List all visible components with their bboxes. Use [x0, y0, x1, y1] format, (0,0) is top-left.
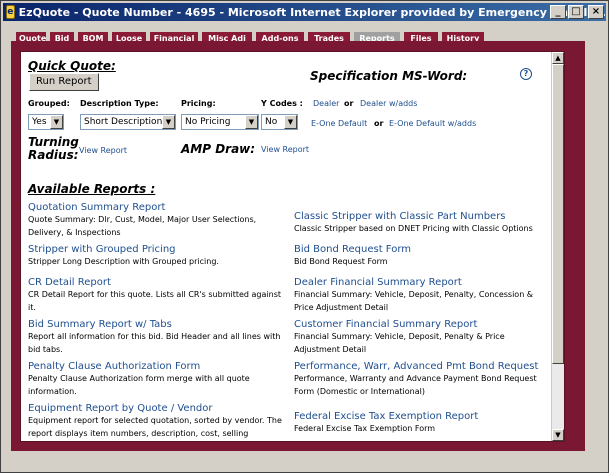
report-link[interactable]: Penalty Clause Authorization Form — [28, 361, 284, 372]
chevron-down-icon: ▼ — [162, 115, 175, 129]
or-text-1: or — [344, 99, 354, 108]
maximize-button[interactable]: □ — [568, 5, 584, 19]
grouped-select[interactable]: Yes ▼ — [28, 114, 64, 130]
reports-panel: Quick Quote: Run Report Specification MS… — [20, 51, 565, 442]
turning-radius-label: Turning Radius: — [28, 136, 79, 162]
run-report-button[interactable]: Run Report — [29, 73, 99, 91]
pricing-select[interactable]: No Pricing ▼ — [181, 114, 259, 130]
reports-content: Quick Quote: Run Report Specification MS… — [21, 52, 551, 441]
available-reports-heading: Available Reports : — [28, 182, 156, 196]
report-item: Federal Excise Tax Exemption Report Fede… — [294, 411, 550, 435]
close-button[interactable]: × — [588, 5, 604, 19]
report-description: Equipment report for selected quotation,… — [28, 416, 282, 438]
report-item: Dealer Financial Summary Report Financia… — [294, 277, 550, 314]
grouped-label: Grouped: — [28, 99, 70, 108]
scroll-thumb[interactable] — [552, 64, 564, 364]
report-link[interactable]: Bid Summary Report w/ Tabs — [28, 319, 284, 330]
chevron-down-icon: ▼ — [284, 115, 297, 129]
window-controls: _ □ × — [550, 5, 604, 19]
description-type-select-value: Short Description — [84, 117, 162, 127]
report-link[interactable]: Quotation Summary Report — [28, 202, 284, 213]
report-item: Bid Bond Request Form Bid Bond Request F… — [294, 244, 550, 268]
chevron-down-icon: ▼ — [50, 115, 63, 129]
eone-default-link[interactable]: E-One Default — [311, 119, 367, 128]
ycodes-select[interactable]: No ▼ — [261, 114, 298, 130]
pricing-label: Pricing: — [181, 99, 216, 108]
report-link[interactable]: Performance, Warr, Advanced Pmt Bond Req… — [294, 361, 550, 372]
report-item: CR Detail Report CR Detail Report for th… — [28, 277, 284, 314]
turning-radius-view-report[interactable]: View Report — [79, 146, 127, 155]
report-description: CR Detail Report for this quote. Lists a… — [28, 290, 281, 312]
report-item: Classic Stripper with Classic Part Numbe… — [294, 211, 550, 235]
report-link[interactable]: CR Detail Report — [28, 277, 284, 288]
report-link[interactable]: Stripper with Grouped Pricing — [28, 244, 284, 255]
browser-window: e EzQuote - Quote Number - 4695 - Micros… — [0, 0, 609, 473]
report-description: Performance, Warranty and Advance Paymen… — [294, 374, 537, 396]
report-item: Bid Summary Report w/ Tabs Report all in… — [28, 319, 284, 356]
report-link[interactable]: Classic Stripper with Classic Part Numbe… — [294, 211, 550, 222]
turning-radius-line2: Radius: — [28, 148, 79, 162]
dealer-adds-link[interactable]: Dealer w/adds — [360, 99, 417, 108]
report-description: Bid Bond Request Form — [294, 257, 388, 266]
report-item: Equipment Report by Quote / Vendor Equip… — [28, 403, 284, 440]
report-item: Performance, Warr, Advanced Pmt Bond Req… — [294, 361, 550, 398]
description-type-select[interactable]: Short Description ▼ — [80, 114, 176, 130]
report-link[interactable]: Bid Bond Request Form — [294, 244, 550, 255]
report-item: Stripper with Grouped Pricing Stripper L… — [28, 244, 284, 268]
report-description: Penalty Clause Authorization form merge … — [28, 374, 250, 396]
grouped-select-value: Yes — [32, 117, 47, 127]
report-link[interactable]: Dealer Financial Summary Report — [294, 277, 550, 288]
ycodes-label: Y Codes : — [261, 99, 303, 108]
report-item: Penalty Clause Authorization Form Penalt… — [28, 361, 284, 398]
report-description: Financial Summary: Vehicle, Deposit, Pen… — [294, 332, 505, 354]
report-description: Federal Excise Tax Exemption Form — [294, 424, 436, 433]
chevron-down-icon: ▼ — [245, 115, 258, 129]
window-title: EzQuote - Quote Number - 4695 - Microsof… — [18, 5, 606, 19]
pricing-select-value: No Pricing — [185, 117, 231, 127]
report-item: Quotation Summary Report Quote Summary: … — [28, 202, 284, 239]
scroll-down-icon[interactable]: ▼ — [552, 429, 564, 441]
eone-default-adds-link[interactable]: E-One Default w/adds — [389, 119, 476, 128]
app-icon: e — [6, 5, 15, 19]
spec-msword-heading: Specification MS-Word: — [310, 69, 468, 83]
report-link[interactable]: Customer Financial Summary Report — [294, 319, 550, 330]
report-item: Customer Financial Summary Report Financ… — [294, 319, 550, 356]
report-link[interactable]: Equipment Report by Quote / Vendor — [28, 403, 284, 414]
description-type-label: Description Type: — [80, 99, 159, 108]
vertical-scrollbar[interactable]: ▲ ▼ — [551, 52, 564, 441]
minimize-button[interactable]: _ — [550, 5, 566, 19]
ycodes-select-value: No — [265, 117, 278, 127]
title-bar: e EzQuote - Quote Number - 4695 - Micros… — [3, 3, 606, 21]
dealer-link[interactable]: Dealer — [313, 99, 339, 108]
help-icon[interactable]: ? — [520, 68, 532, 80]
scroll-up-icon[interactable]: ▲ — [552, 52, 564, 64]
report-link[interactable]: Federal Excise Tax Exemption Report — [294, 411, 550, 422]
amp-draw-view-report[interactable]: View Report — [261, 145, 309, 154]
amp-draw-label: AMP Draw: — [181, 142, 256, 156]
report-description: Classic Stripper based on DNET Pricing w… — [294, 224, 533, 233]
report-description: Financial Summary: Vehicle, Deposit, Pen… — [294, 290, 534, 312]
report-description: Quote Summary: Dlr, Cust, Model, Major U… — [28, 215, 257, 237]
quick-quote-heading: Quick Quote: — [28, 59, 116, 73]
report-description: Report all information for this bid. Bid… — [28, 332, 281, 354]
report-description: Stripper Long Description with Grouped p… — [28, 257, 219, 266]
or-text-2: or — [374, 119, 384, 128]
